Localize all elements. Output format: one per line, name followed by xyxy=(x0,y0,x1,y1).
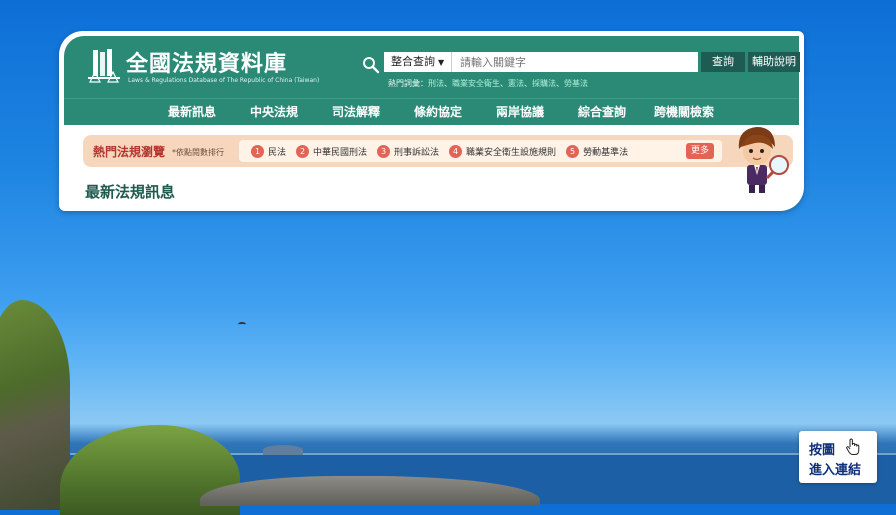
law-book-scales-icon xyxy=(88,49,120,83)
hot-law-item[interactable]: 3 刑事訴訟法 xyxy=(377,144,440,158)
site-subtitle: Laws & Regulations Database of The Repub… xyxy=(128,77,320,84)
hot-law-item[interactable]: 4 職業安全衛生設施規則 xyxy=(449,144,557,158)
nav-item-judicial-interpretations[interactable]: 司法解釋 xyxy=(315,99,397,125)
main-nav: 最新訊息 中央法規 司法解釋 條約協定 兩岸協議 綜合查詢 跨機關檢索 xyxy=(64,98,799,125)
nav-item-central-laws[interactable]: 中央法規 xyxy=(233,99,315,125)
nav-item-cross-strait[interactable]: 兩岸協議 xyxy=(479,99,561,125)
nav-item-cross-agency-search[interactable]: 跨機關檢索 xyxy=(643,99,725,125)
help-button[interactable]: 輔助說明 xyxy=(748,52,800,72)
search-scope-select[interactable]: 整合查詢 ▼ xyxy=(384,52,452,72)
hot-laws-list: 1 民法 2 中華民國刑法 3 刑事訴訟法 4 職業安全衛生設施規則 5 勞動基準法 xyxy=(239,140,722,162)
nav-item-integrated-search[interactable]: 綜合查詢 xyxy=(561,99,643,125)
rank-badge: 5 xyxy=(566,144,580,158)
search-button[interactable]: 查詢 xyxy=(701,52,745,72)
hot-laws-title: 熱門法規瀏覽 xyxy=(93,145,166,159)
hot-laws-note: *依點閱數排行 xyxy=(172,148,224,157)
site-header: 全國法規資料庫 Laws & Regulations Database of T… xyxy=(64,36,800,125)
search-icon xyxy=(363,57,380,74)
pointer-hand-icon xyxy=(846,438,860,455)
hot-law-label: 職業安全衛生設施規則 xyxy=(466,147,557,158)
rank-badge: 4 xyxy=(449,144,463,158)
nav-item-latest-news[interactable]: 最新訊息 xyxy=(151,99,233,125)
hot-keyword-link[interactable]: 刑法 xyxy=(428,79,444,88)
hot-laws-bar: 熱門法規瀏覽 *依點閱數排行 1 民法 2 中華民國刑法 3 刑事訴訟法 4 職業安全衛… xyxy=(83,135,793,167)
search-scope-value: 整合查詢 xyxy=(391,55,435,68)
hint-line-1: 按圖 xyxy=(809,443,836,458)
rank-badge: 2 xyxy=(296,144,310,158)
hint-line-2: 進入連結 xyxy=(809,463,862,478)
coastal-cliff xyxy=(0,300,70,510)
hot-keyword-link[interactable]: 職業安全衛生 xyxy=(452,79,500,88)
distant-island xyxy=(263,445,303,455)
hot-keyword-link[interactable]: 憲法 xyxy=(508,79,524,88)
site-logo[interactable]: 全國法規資料庫 Laws & Regulations Database of T… xyxy=(82,44,319,88)
hot-law-label: 中華民國刑法 xyxy=(313,147,368,158)
rank-badge: 1 xyxy=(251,144,264,158)
mascot-magnifier-icon xyxy=(738,127,789,193)
hot-law-item[interactable]: 1 民法 xyxy=(251,144,287,158)
search-input[interactable] xyxy=(452,52,698,72)
chevron-down-icon: ▼ xyxy=(438,58,445,67)
hot-law-item[interactable]: 2 中華民國刑法 xyxy=(296,144,368,158)
more-button[interactable]: 更多 xyxy=(686,143,714,159)
rank-badge: 3 xyxy=(377,144,391,158)
click-to-enter-hint[interactable]: 按圖 進入連結 xyxy=(799,431,877,483)
hot-law-label: 民法 xyxy=(268,147,287,158)
hot-keywords: 熱門詞彙：刑法、職業安全衛生、憲法、採購法、勞基法 xyxy=(388,79,588,88)
hot-law-item[interactable]: 5 勞動基準法 xyxy=(566,144,629,158)
hot-keywords-label: 熱門詞彙： xyxy=(388,79,428,88)
hot-keyword-link[interactable]: 採購法 xyxy=(532,79,556,88)
latest-laws-heading: 最新法規訊息 xyxy=(85,183,176,201)
website-preview-card[interactable]: 全國法規資料庫 Laws & Regulations Database of T… xyxy=(59,31,804,211)
hot-law-label: 勞動基準法 xyxy=(583,147,629,158)
site-title: 全國法規資料庫 xyxy=(126,52,288,77)
nav-item-treaties[interactable]: 條約協定 xyxy=(397,99,479,125)
bird xyxy=(238,322,246,327)
hot-keyword-link[interactable]: 勞基法 xyxy=(564,79,588,88)
hot-law-label: 刑事訴訟法 xyxy=(394,147,440,158)
